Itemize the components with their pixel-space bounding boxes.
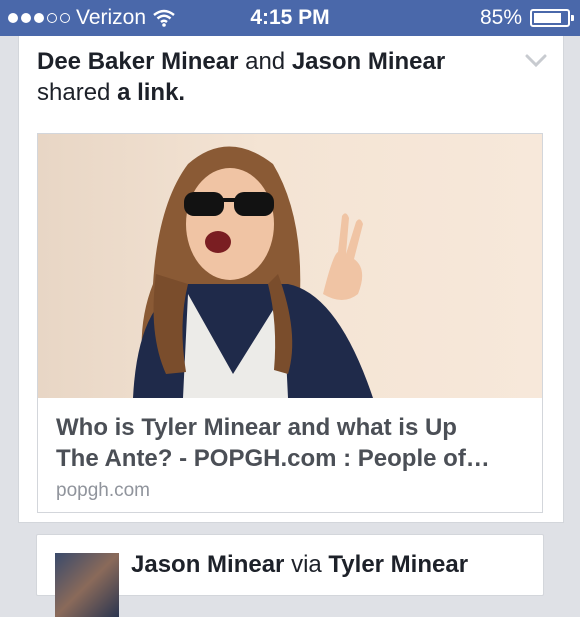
status-bar: Verizon 4:15 PM 85%	[0, 0, 580, 36]
actor-link-2[interactable]: Jason Minear	[292, 48, 445, 75]
next-feed-story-card: Jason Minear via Tyler Minear	[36, 534, 544, 617]
next-story-header: Jason Minear via Tyler Minear	[131, 551, 468, 579]
link-preview-image[interactable]	[38, 134, 542, 398]
object-link[interactable]: a link.	[117, 79, 185, 106]
shared-link-attachment[interactable]: Who is Tyler Minear and what is Up The A…	[37, 133, 543, 513]
chevron-down-icon[interactable]	[525, 54, 547, 68]
via-text: via	[291, 551, 322, 578]
photo-illustration	[133, 146, 373, 398]
avatar[interactable]	[55, 553, 119, 617]
feed-story-card: Dee Baker Minear and Jason Minear shared…	[18, 36, 564, 523]
next-actor-link[interactable]: Jason Minear	[131, 551, 284, 578]
next-source-link[interactable]: Tyler Minear	[328, 551, 468, 578]
verb-text: shared	[37, 79, 111, 106]
battery-group: 85%	[479, 6, 574, 30]
link-domain: popgh.com	[56, 480, 151, 501]
actor-link-1[interactable]: Dee Baker Minear	[37, 48, 238, 75]
story-header: Dee Baker Minear and Jason Minear shared…	[37, 46, 507, 108]
connector-text: and	[245, 48, 286, 75]
link-title[interactable]: Who is Tyler Minear and what is Up The A…	[56, 412, 526, 474]
battery-percent: 85%	[479, 6, 522, 29]
battery-icon	[530, 9, 574, 27]
